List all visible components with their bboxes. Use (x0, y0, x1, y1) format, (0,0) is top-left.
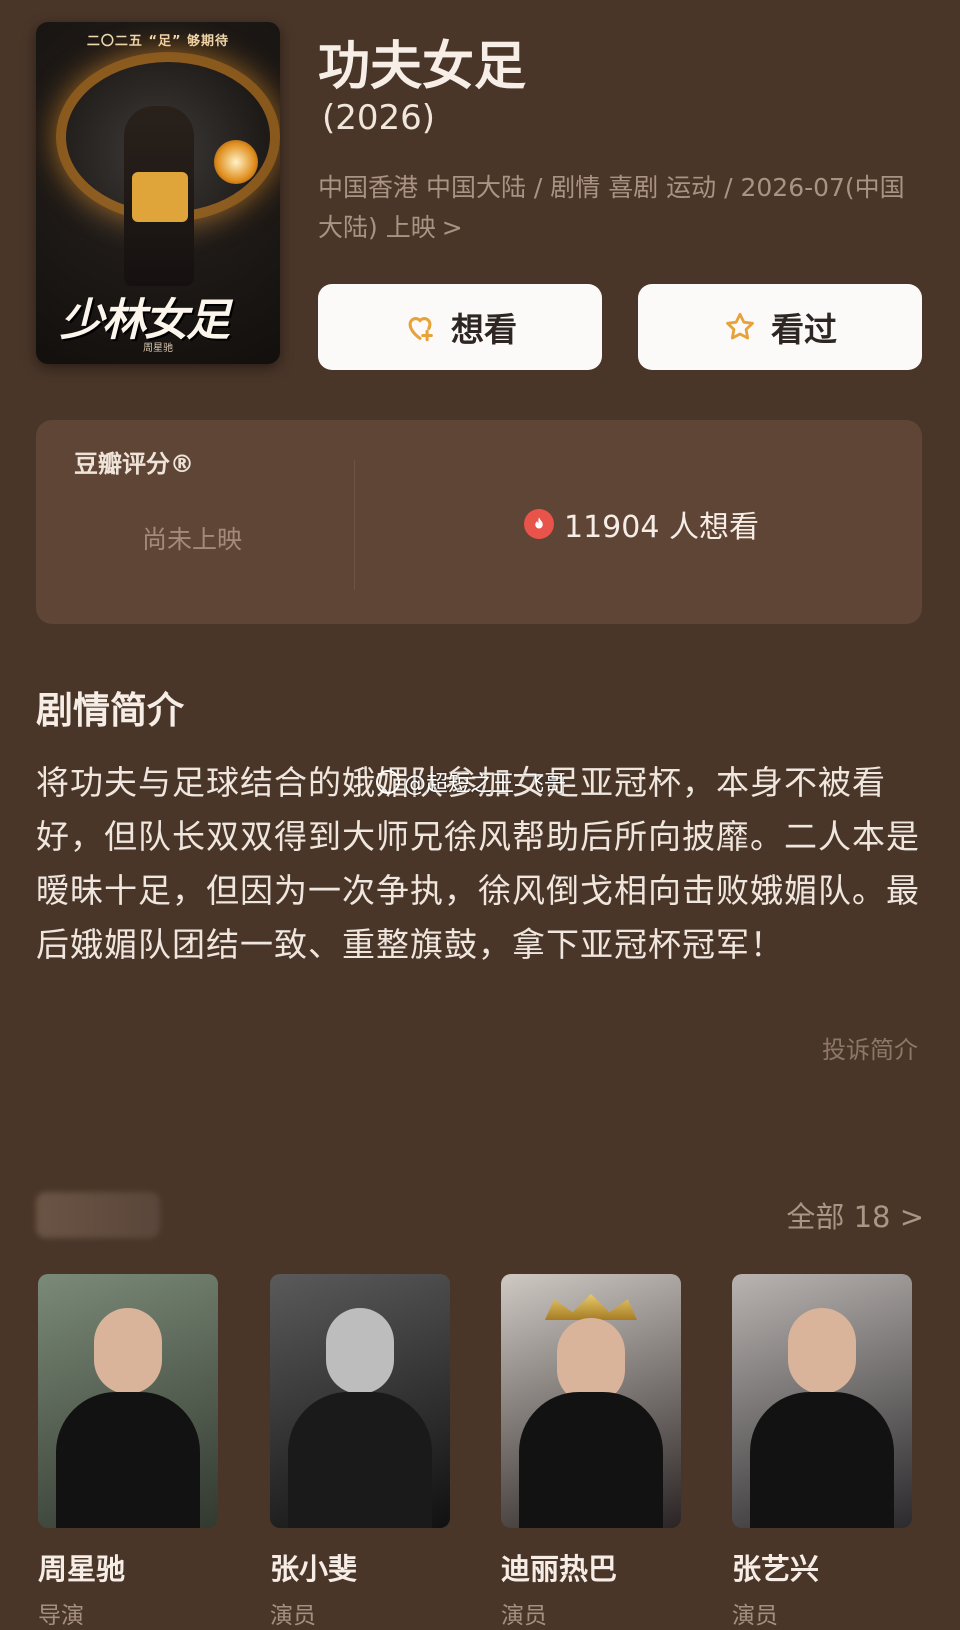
cast-role: 导演 (38, 1603, 84, 1629)
synopsis-heading: 剧情简介 (36, 689, 184, 732)
cast-card[interactable]: 张小斐 演员 (270, 1274, 450, 1630)
fire-icon (524, 509, 554, 539)
poster-top-text: 二〇二五 “足” 够期待 (86, 34, 230, 49)
want-count-text: 11904 人想看 (564, 510, 759, 545)
cast-role: 演员 (501, 1603, 547, 1629)
chevron-right-icon: > (441, 213, 463, 242)
cast-name: 迪丽热巴 (501, 1552, 618, 1586)
rating-status: 尚未上映 (142, 525, 243, 554)
weibo-icon (376, 770, 400, 794)
movie-title: 功夫女足 (318, 37, 527, 97)
cast-photo (38, 1274, 218, 1528)
cast-name: 张艺兴 (732, 1552, 820, 1586)
rating-divider (354, 460, 355, 590)
cast-photo (732, 1274, 912, 1528)
cast-role: 演员 (270, 1603, 316, 1629)
movie-meta-text: 中国香港 中国大陆 / 剧情 喜剧 运动 / 2026-07(中国大陆) 上映 (318, 173, 905, 242)
poster-credit: 周星驰 (143, 343, 173, 354)
weibo-watermark: @超短之王-飞哥 (376, 766, 566, 798)
rating-card: 豆瓣评分® 尚未上映 11904 人想看 (36, 420, 922, 624)
cast-card[interactable]: 张艺兴 演员 (732, 1274, 912, 1630)
want-to-watch-label: 想看 (451, 310, 517, 349)
cast-name: 张小斐 (270, 1552, 358, 1586)
star-icon (726, 312, 754, 340)
movie-year: (2026) (322, 98, 436, 138)
cast-photo (270, 1274, 450, 1528)
movie-meta-link[interactable]: 中国香港 中国大陆 / 剧情 喜剧 运动 / 2026-07(中国大陆) 上映 > (318, 168, 918, 248)
cast-role: 演员 (732, 1603, 778, 1629)
watched-button[interactable]: 看过 (638, 284, 922, 370)
watermark-text: @超短之王-飞哥 (404, 772, 566, 797)
report-synopsis-link[interactable]: 投诉简介 (822, 1030, 918, 1065)
watched-label: 看过 (771, 310, 837, 349)
want-to-watch-button[interactable]: 想看 (318, 284, 602, 370)
cast-photo (501, 1274, 681, 1528)
want-count: 11904 人想看 (524, 502, 759, 546)
cast-name: 周星驰 (38, 1552, 126, 1586)
heart-plus-icon (408, 317, 433, 342)
movie-poster[interactable]: 二〇二五 “足” 够期待 少林女足 周星驰 (36, 22, 280, 364)
poster-ball (214, 140, 258, 184)
cast-all-link[interactable]: 全部 18 > (786, 1194, 924, 1236)
cast-card[interactable]: 迪丽热巴 演员 (501, 1274, 681, 1630)
cast-card[interactable]: 周星驰 导演 (38, 1274, 218, 1630)
poster-shirt (132, 172, 188, 222)
cast-heading-blurred (36, 1192, 160, 1238)
douban-rating-label: 豆瓣评分® (74, 450, 194, 478)
